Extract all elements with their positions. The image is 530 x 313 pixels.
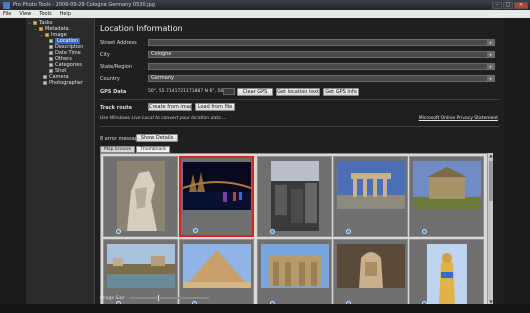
collapse-icon[interactable]: − <box>40 33 43 38</box>
city-field[interactable]: Cologne ▾ <box>148 51 495 58</box>
app-icon <box>3 1 10 9</box>
thumbnail-scrollbar[interactable]: ▲ ▼ <box>487 153 493 305</box>
view-tabs: Map browse Thumbnails <box>100 146 171 153</box>
status-bar <box>0 304 530 313</box>
divider <box>100 99 500 100</box>
page-icon <box>49 63 53 67</box>
load-from-file-button[interactable]: Load from file <box>195 103 235 111</box>
thumbnail-image <box>336 161 405 209</box>
info-badge-icon[interactable] <box>193 228 198 233</box>
thumbnail-image <box>270 161 319 231</box>
page-icon <box>49 51 53 55</box>
menu-bar: File View Tools Help <box>0 10 530 18</box>
get-gps-info-button[interactable]: Get GPS info <box>323 88 359 96</box>
thumbnail-item[interactable] <box>179 156 254 237</box>
page-icon <box>49 69 53 73</box>
tree-item-label: Photographer <box>49 80 84 86</box>
tab-map-browse[interactable]: Map browse <box>100 146 136 153</box>
collapse-icon[interactable]: − <box>34 27 37 32</box>
thumbnail-item[interactable] <box>257 156 332 237</box>
windows-live-hint: Use Windows Live Local to convert your l… <box>100 116 227 121</box>
chevron-down-icon[interactable]: ▾ <box>487 40 494 45</box>
folder-icon <box>45 33 49 37</box>
divider <box>100 126 500 127</box>
thumbnail-image <box>116 161 165 231</box>
collapse-icon[interactable]: − <box>28 21 31 26</box>
minimize-button[interactable]: – <box>492 1 502 9</box>
thumbnail-item[interactable] <box>333 239 408 304</box>
page-icon <box>43 81 47 85</box>
country-value: Germany <box>151 75 174 81</box>
country-label: Country <box>100 76 120 82</box>
menu-file[interactable]: File <box>3 11 11 17</box>
thumbnail-grid <box>100 153 492 305</box>
maximize-button[interactable]: □ <box>503 1 513 9</box>
window-controls: – □ ✕ <box>492 1 528 9</box>
state-region-label: State/Region <box>100 64 133 70</box>
gps-coordinates: 50°, 55.7141721171887 N 6°, 58.3 E <box>148 89 232 94</box>
country-field[interactable]: Germany ▾ <box>148 75 495 82</box>
thumbnail-image <box>260 244 329 288</box>
scroll-up-icon[interactable]: ▲ <box>488 153 494 159</box>
gps-data-label: GPS Data <box>100 89 127 95</box>
clear-gps-button[interactable]: Clear GPS <box>237 88 273 96</box>
thumbnail-item[interactable] <box>409 239 484 304</box>
street-address-label: Street Address <box>100 40 137 46</box>
info-badge-icon[interactable] <box>270 229 275 234</box>
tree-item-photographer[interactable]: Photographer <box>43 80 83 86</box>
privacy-statement-link[interactable]: Microsoft Online Privacy Statement <box>419 116 498 121</box>
thumbnail-item[interactable] <box>409 156 484 237</box>
thumbnail-image <box>106 244 175 288</box>
gps-altitude-field[interactable] <box>223 88 235 95</box>
page-icon <box>49 45 53 49</box>
close-button[interactable]: ✕ <box>514 1 528 9</box>
page-icon <box>49 39 53 43</box>
track-route-label: Track route <box>100 105 132 111</box>
thumbnail-item[interactable] <box>103 156 178 237</box>
city-value: Cologne <box>151 51 172 57</box>
info-badge-icon[interactable] <box>422 229 427 234</box>
page-icon <box>49 57 53 61</box>
chevron-down-icon[interactable]: ▾ <box>487 52 494 57</box>
get-location-text-button[interactable]: Get location text <box>276 88 320 96</box>
title-bar: Pro Photo Tools - 2006-09-29 Cologne Ger… <box>0 0 530 10</box>
menu-view[interactable]: View <box>19 11 31 17</box>
image-size-slider[interactable] <box>128 294 209 302</box>
tab-thumbnails[interactable]: Thumbnails <box>136 146 171 153</box>
menu-tools[interactable]: Tools <box>39 11 51 17</box>
folder-icon <box>33 21 37 25</box>
city-label: City <box>100 52 110 58</box>
scroll-thumb[interactable] <box>489 161 493 201</box>
create-from-images-button[interactable]: Create from images <box>148 103 199 111</box>
navigation-tree: − Tasks − Metadata − Image Location Descrip… <box>26 18 95 304</box>
page-title: Location Information <box>100 24 183 33</box>
chevron-down-icon[interactable]: ▾ <box>487 64 494 69</box>
state-region-field[interactable]: ▾ <box>148 63 495 70</box>
info-badge-icon[interactable] <box>346 229 351 234</box>
page-icon <box>43 75 47 79</box>
image-size-label: Image Size <box>100 295 125 301</box>
folder-icon <box>39 27 43 31</box>
thumbnail-image <box>182 162 251 210</box>
image-size-control: Image Size <box>100 294 209 302</box>
chevron-down-icon[interactable]: ▾ <box>487 76 494 81</box>
location-panel: Location Information Street Address ▾ Ci… <box>96 18 504 305</box>
thumbnail-image <box>412 161 481 209</box>
street-address-field[interactable]: ▾ <box>148 39 495 46</box>
menu-help[interactable]: Help <box>60 11 71 17</box>
thumbnail-image <box>336 244 405 288</box>
thumbnail-item[interactable] <box>257 239 332 304</box>
slider-knob[interactable] <box>156 294 160 302</box>
thumbnail-item[interactable] <box>333 156 408 237</box>
thumbnail-image <box>182 244 251 288</box>
window-title: Pro Photo Tools - 2006-09-29 Cologne Ger… <box>13 2 155 8</box>
show-details-button[interactable]: Show Details <box>136 134 178 142</box>
info-badge-icon[interactable] <box>116 229 121 234</box>
thumbnail-image <box>426 244 467 304</box>
